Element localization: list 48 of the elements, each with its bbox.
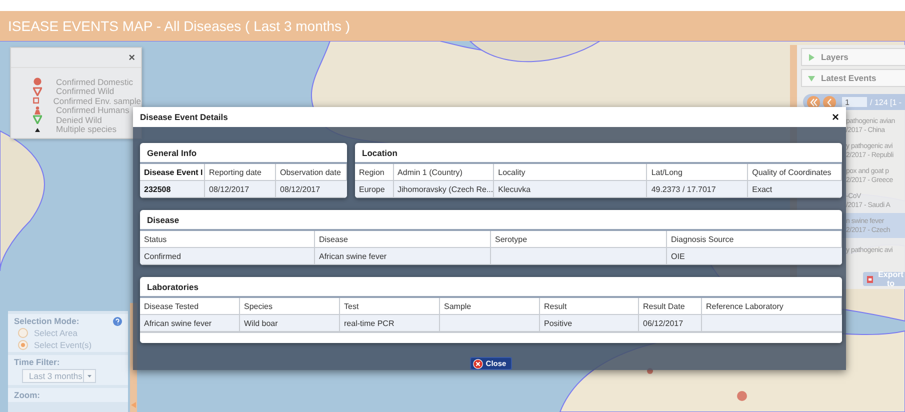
- radio-button[interactable]: [18, 340, 28, 350]
- table-cell: Jihomoravsky (Czech Re...: [394, 181, 494, 198]
- close-button[interactable]: ×: [832, 110, 839, 124]
- table-cell: Wild boar: [240, 315, 340, 332]
- legend-label: Multiple species: [56, 124, 116, 134]
- page-range: / 124 [1 -: [870, 98, 902, 106]
- dialog-title: Disease Event Details: [140, 112, 228, 122]
- table-cell: 49.2373 / 17.7017: [647, 181, 748, 198]
- page-title: ISEASE EVENTS MAP - All Diseases ( Last 3 months ): [7, 17, 350, 36]
- table-cell: 08/12/2017: [205, 181, 276, 198]
- time-filter-dropdown[interactable]: Last 3 months: [22, 369, 96, 383]
- table-cell: 06/12/2017: [639, 315, 702, 332]
- table-cell: Confirmed: [140, 248, 315, 265]
- section-title: Laboratories: [140, 277, 842, 298]
- pager-button[interactable]: [807, 96, 820, 108]
- table-cell: African swine fever: [315, 248, 491, 265]
- radio-button[interactable]: [18, 328, 28, 338]
- table-cell: Europe: [355, 181, 394, 198]
- section-label: Selection Mode:: [14, 316, 80, 326]
- legend-label: Denied Wild: [56, 114, 102, 125]
- panel-header[interactable]: Latest Events: [801, 69, 905, 87]
- section-title: General Info: [140, 143, 347, 164]
- close-circle-icon: [472, 358, 483, 368]
- legend-label: Confirmed Env. sample: [53, 96, 141, 106]
- legend-label: Confirmed Domestic: [56, 76, 133, 87]
- pager-button[interactable]: [823, 96, 836, 108]
- section-title: Disease: [140, 210, 842, 231]
- table-cell: African swine fever: [140, 315, 240, 332]
- radio-option[interactable]: Select Area: [14, 328, 122, 338]
- table-cell: 08/12/2017: [276, 181, 347, 198]
- table-cell: Positive: [540, 315, 639, 332]
- radio-option[interactable]: Select Event(s): [14, 340, 122, 350]
- page-field[interactable]: 1: [842, 97, 867, 107]
- help-icon[interactable]: [113, 316, 122, 326]
- document-icon: [867, 274, 874, 284]
- table-cell: Exact: [748, 181, 842, 198]
- table-cell: 232508: [140, 181, 205, 198]
- section-label: Time Filter:: [14, 357, 61, 367]
- export-button[interactable]: Export to: [863, 272, 905, 286]
- table-cell: real-time PCR: [340, 315, 440, 332]
- close-button[interactable]: ×: [128, 52, 135, 64]
- section-title: Location: [355, 143, 842, 164]
- panel-header[interactable]: Layers: [801, 48, 905, 66]
- legend-label: Confirmed Wild: [56, 86, 114, 96]
- table-cell: Klecuvka: [494, 181, 648, 198]
- table-cell: OIE: [667, 248, 842, 265]
- legend-label: Confirmed Humans: [56, 105, 130, 116]
- section-label: Zoom:: [14, 390, 41, 400]
